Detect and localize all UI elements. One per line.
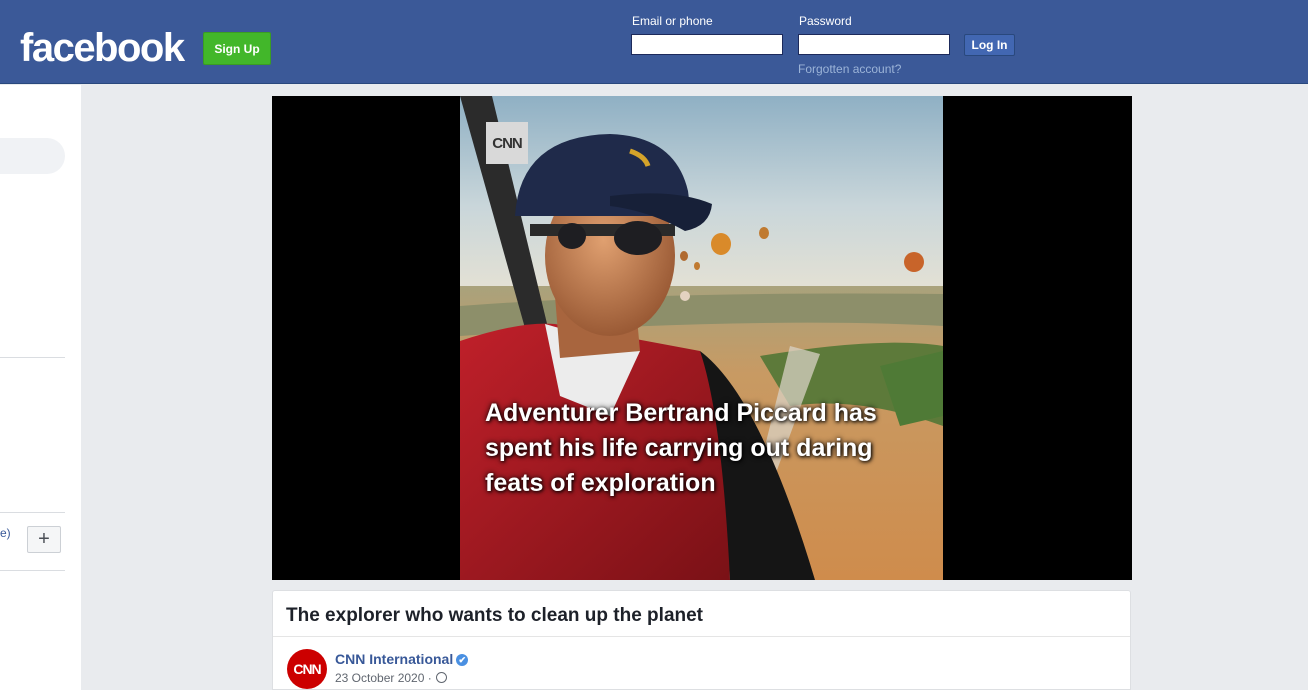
sidebar-partial-text: e) (0, 526, 11, 540)
video-caption: Adventurer Bertrand Piccard has spent hi… (485, 399, 877, 497)
add-button[interactable]: + (27, 526, 61, 553)
log-in-button[interactable]: Log In (964, 34, 1015, 56)
sidebar-divider (0, 570, 65, 571)
email-field[interactable] (631, 34, 783, 55)
page-name-link[interactable]: CNN International ✔ (335, 651, 469, 667)
password-field[interactable] (798, 34, 950, 55)
sidebar-divider (0, 357, 65, 358)
top-bar: facebook Sign Up Email or phone Password… (0, 0, 1308, 84)
sidebar-search-pill[interactable] (0, 138, 65, 174)
page-avatar[interactable]: CNN (287, 649, 327, 689)
post-timestamp[interactable]: 23 October 2020 · (335, 671, 447, 685)
post-title[interactable]: The explorer who wants to clean up the p… (286, 605, 703, 627)
card-divider (273, 636, 1130, 637)
email-label: Email or phone (632, 14, 713, 28)
globe-icon (435, 672, 447, 683)
post-card: The explorer who wants to clean up the p… (272, 590, 1131, 690)
post-date-text[interactable]: 23 October 2020 (335, 671, 424, 685)
cnn-watermark: CNN (486, 122, 528, 164)
left-sidebar: e) + (0, 85, 81, 690)
sidebar-divider (0, 512, 65, 513)
video-frame: CNN Adventurer Bertrand Piccard has spen… (460, 96, 943, 580)
sign-up-button[interactable]: Sign Up (203, 32, 271, 65)
page-name-text[interactable]: CNN International (335, 651, 453, 667)
video-still-image (460, 96, 943, 580)
verified-badge-icon: ✔ (456, 654, 469, 666)
facebook-logo[interactable]: facebook (20, 25, 185, 71)
video-player[interactable]: CNN Adventurer Bertrand Piccard has spen… (272, 96, 1132, 580)
forgotten-account-link[interactable]: Forgotten account? (798, 62, 901, 76)
password-label: Password (799, 14, 852, 28)
